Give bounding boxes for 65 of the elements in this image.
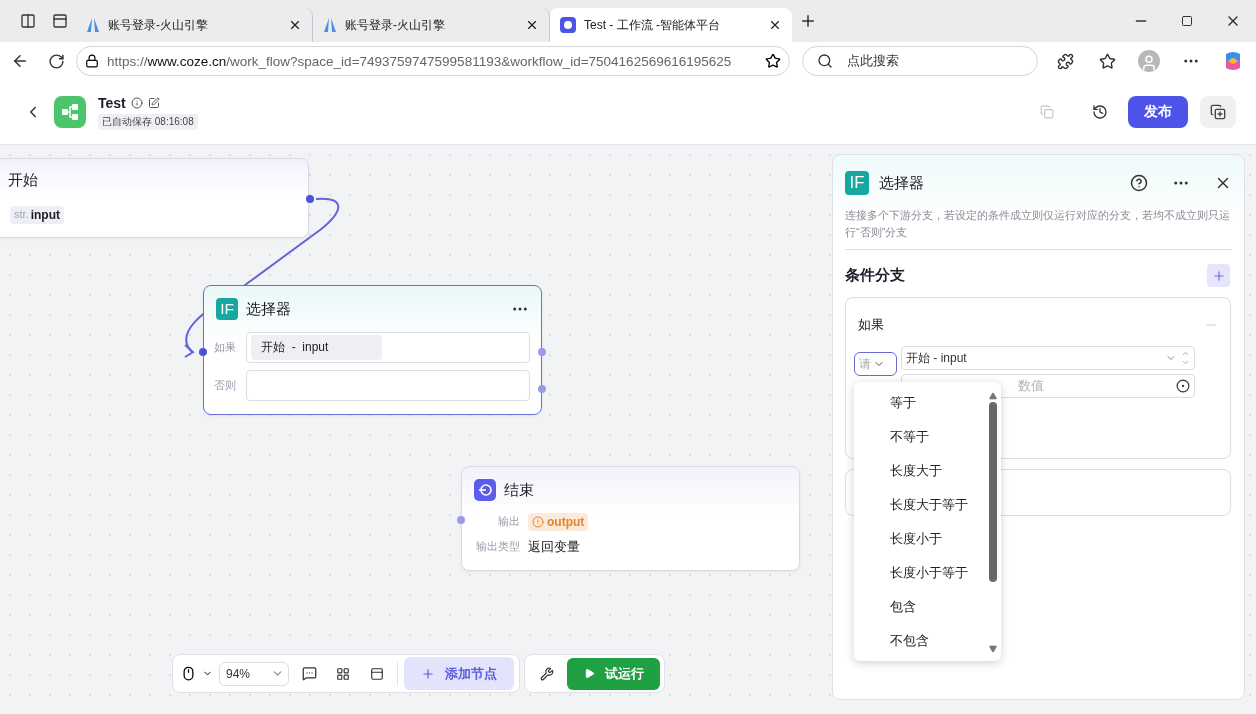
- favorite-star-icon[interactable]: [764, 53, 781, 69]
- field-label: 输出: [497, 514, 520, 529]
- autosave-status: 已自动保存 08:16:08: [98, 113, 198, 130]
- dropdown-option[interactable]: 长度大于: [854, 454, 985, 488]
- node-title: 选择器: [246, 299, 292, 319]
- history-icon[interactable]: [1092, 104, 1108, 120]
- section-title: 条件分支: [845, 266, 905, 285]
- duplicate-icon[interactable]: [1200, 96, 1236, 128]
- node-title: 开始: [8, 171, 38, 190]
- target-icon[interactable]: [1176, 379, 1190, 393]
- lock-icon[interactable]: [85, 54, 99, 68]
- condition-field[interactable]: 开始 - input: [246, 331, 530, 363]
- close-icon[interactable]: [768, 18, 782, 32]
- dropdown-option[interactable]: 不等于: [854, 420, 985, 454]
- search-icon: [816, 53, 833, 69]
- tab-logo-icon: [560, 17, 576, 33]
- node-title: 结束: [504, 480, 534, 500]
- branch-title: 如果: [858, 316, 884, 334]
- condition-field[interactable]: [246, 369, 530, 401]
- info-icon[interactable]: [130, 96, 143, 109]
- end-node[interactable]: 结束 输出 output 输出类型 返回变量: [461, 466, 800, 571]
- dropdown-option[interactable]: 不包含: [854, 624, 985, 658]
- output-port[interactable]: [538, 385, 546, 393]
- output-port[interactable]: [306, 195, 314, 203]
- if-icon: IF: [216, 298, 238, 320]
- field-label: 输出类型: [475, 539, 520, 554]
- plus-icon: [1211, 268, 1226, 283]
- mouse-icon[interactable]: [181, 666, 196, 681]
- tab-logo-icon: [323, 17, 337, 33]
- parameter-tag: str. input: [10, 206, 64, 224]
- close-icon[interactable]: [288, 18, 302, 32]
- dropdown-option[interactable]: 长度大于等于: [854, 488, 985, 522]
- panel-title: 选择器: [879, 173, 925, 193]
- workflow-logo: [54, 96, 86, 128]
- browser-tab[interactable]: Test - 工作流 -智能体平台: [550, 8, 792, 42]
- variable-chip: 开始 - input: [251, 334, 382, 360]
- dropdown-option[interactable]: 长度小于等于: [854, 556, 985, 590]
- selector-node[interactable]: IF 选择器 如果 开始 - input 否则: [203, 285, 542, 415]
- plus-icon: [421, 666, 435, 681]
- exit-icon: [474, 479, 496, 501]
- zoom-select[interactable]: 94%: [219, 661, 289, 686]
- add-node-button[interactable]: 添加节点: [404, 657, 514, 690]
- input-port[interactable]: [457, 516, 465, 524]
- warning-icon: [532, 515, 544, 528]
- field-value: 返回变量: [528, 537, 580, 556]
- output-port[interactable]: [538, 348, 546, 356]
- start-node[interactable]: 开始 str. input: [0, 158, 309, 238]
- publish-button[interactable]: 发布: [1128, 96, 1188, 128]
- play-icon: [583, 668, 595, 679]
- edit-icon[interactable]: [147, 96, 160, 109]
- if-icon: IF: [845, 171, 869, 195]
- dropdown-option[interactable]: 长度小于: [854, 522, 985, 556]
- variable-select[interactable]: 开始 - input: [901, 346, 1195, 370]
- branch-label: 否则: [214, 377, 237, 393]
- scroll-down-icon[interactable]: [989, 645, 997, 653]
- tab-logo-icon: [86, 17, 100, 33]
- help-icon[interactable]: [1130, 174, 1148, 192]
- dropdown-option[interactable]: 包含: [854, 590, 985, 624]
- close-icon[interactable]: [525, 18, 539, 32]
- branch-label: 如果: [214, 339, 237, 355]
- panel-description: 连接多个下游分支，若设定的条件成立则仅运行对应的分支，若均不成立则只运行“否则”分支: [845, 207, 1232, 250]
- workflow-title: Test: [98, 94, 126, 111]
- scroll-up-icon[interactable]: [989, 392, 997, 400]
- input-port[interactable]: [199, 348, 207, 356]
- output-tag: output: [528, 512, 589, 531]
